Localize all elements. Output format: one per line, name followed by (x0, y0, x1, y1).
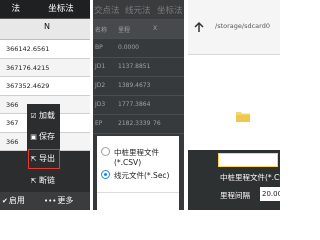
export-icon: ⇱ (30, 155, 37, 163)
enable-button[interactable]: ✔启用 (2, 192, 25, 210)
bottom-bar: ✔启用 •••更多 (0, 192, 90, 210)
filename-input[interactable] (218, 153, 278, 167)
menu-item-label: 导出 (39, 154, 55, 163)
path-bar: /storage/sdcard0 (188, 0, 280, 54)
table-row: BP 0.0000 (93, 39, 184, 58)
dimmed-table: 名称 里程 X BP 0.0000 JD1 1137.8851 JD2 1389… (93, 20, 184, 134)
check-circle-icon: ✔ (2, 197, 8, 205)
file-list (188, 55, 280, 150)
table-row: JD3 1777.3864 (93, 96, 184, 115)
format-selector[interactable]: 中桩里程文件(*.CSV (220, 172, 280, 183)
table-row: JD1 1137.8851 (93, 58, 184, 77)
cell-chainage: 1137.8851 (118, 63, 151, 70)
tab-line-element-method[interactable]: 线元法 (125, 4, 151, 16)
menu-item-break-chain[interactable]: ⇱ 断链 (29, 172, 59, 190)
column-header-n: N (44, 22, 50, 31)
panel-export-dialog: 交点法 线元法 坐标法 名称 里程 X BP 0.0000 JD1 1137.8… (93, 0, 184, 210)
table-row[interactable]: 367352.4629 (0, 77, 90, 96)
menu-item-export[interactable]: ⇱ 导出 (28, 149, 60, 169)
interval-label: 里程间隔 (220, 191, 250, 200)
header-x: X (153, 25, 158, 32)
current-path: /storage/sdcard0 (215, 22, 270, 30)
cell-name: JD1 (95, 63, 106, 70)
radio-checked-icon[interactable] (101, 170, 110, 179)
tab-intersection-method[interactable]: 交点法 (94, 4, 120, 16)
cell-x: 76 (153, 120, 161, 127)
table-header: 名称 里程 X (93, 20, 184, 39)
cell-chainage: 0.0000 (118, 44, 139, 51)
menu-item-label: 保存 (39, 132, 55, 141)
option-line-element-file[interactable]: 线元文件(*.Sec) (97, 165, 179, 187)
radio-unchecked-icon[interactable] (101, 147, 110, 156)
option-label: 中桩里程文件(*.CSV) (114, 148, 159, 167)
more-button[interactable]: •••更多 (44, 192, 73, 210)
header-name: 名称 (95, 27, 108, 34)
header-chainage: 里程 (118, 27, 131, 34)
option-chainage-file[interactable]: 中桩里程文件(*.CSV) (97, 142, 179, 167)
more-label: 更多 (57, 196, 74, 205)
cell-name: BP (95, 44, 103, 51)
break-chain-icon: ⇱ (30, 177, 37, 185)
option-label: 线元文件(*.Sec) (114, 171, 170, 180)
tab-coordinate-method[interactable]: 坐标法 (36, 0, 86, 19)
table-row[interactable]: 367176.4215 (0, 58, 90, 77)
save-options: 中桩里程文件(*.CSV 里程间隔 20.000 (188, 150, 280, 210)
table-row: EP 2182.3339 76 (93, 115, 184, 134)
tab-bar: 法 坐标法 (0, 0, 90, 19)
panel-coordinate-list: 法 坐标法 N 366142.6561 367176.4215 367352.4… (0, 0, 90, 210)
menu-item-save[interactable]: ▣ 保存 (29, 128, 59, 146)
dots-icon: ••• (44, 197, 57, 205)
load-icon: ☑ (30, 112, 37, 120)
table-row[interactable]: 366142.6561 (0, 40, 90, 59)
table-row: JD2 1389.4673 (93, 77, 184, 96)
cell-chainage: 1389.4673 (118, 82, 151, 89)
cell-chainage: 1777.3864 (118, 101, 151, 108)
divider (97, 192, 179, 193)
cell-chainage: 2182.3339 (118, 120, 151, 127)
export-type-dialog: 中桩里程文件(*.CSV) 线元文件(*.Sec) (97, 136, 179, 210)
menu-item-label: 断链 (39, 176, 55, 185)
folder-icon[interactable] (236, 111, 250, 122)
cell-name: JD2 (95, 82, 106, 89)
cell-name: EP (95, 120, 103, 127)
column-header: N (0, 19, 90, 40)
tab-partial[interactable]: 法 (0, 0, 20, 19)
more-menu: ☑ 加载 ▣ 保存 ⇱ 导出 ⇱ 断链 (27, 104, 60, 192)
save-icon: ▣ (30, 133, 37, 141)
tab-coordinate-method[interactable]: 坐标法 (157, 4, 183, 16)
interval-input[interactable]: 20.000 (260, 187, 280, 201)
up-arrow-icon[interactable] (192, 20, 206, 34)
menu-item-label: 加载 (39, 111, 55, 120)
enable-label: 启用 (8, 196, 25, 205)
menu-item-load[interactable]: ☑ 加载 (29, 107, 59, 125)
cell-name: JD3 (95, 101, 106, 108)
panel-file-save: /storage/sdcard0 中桩里程文件(*.CSV 里程间隔 20.00… (188, 0, 280, 210)
tab-bar: 交点法 线元法 坐标法 (93, 0, 184, 20)
